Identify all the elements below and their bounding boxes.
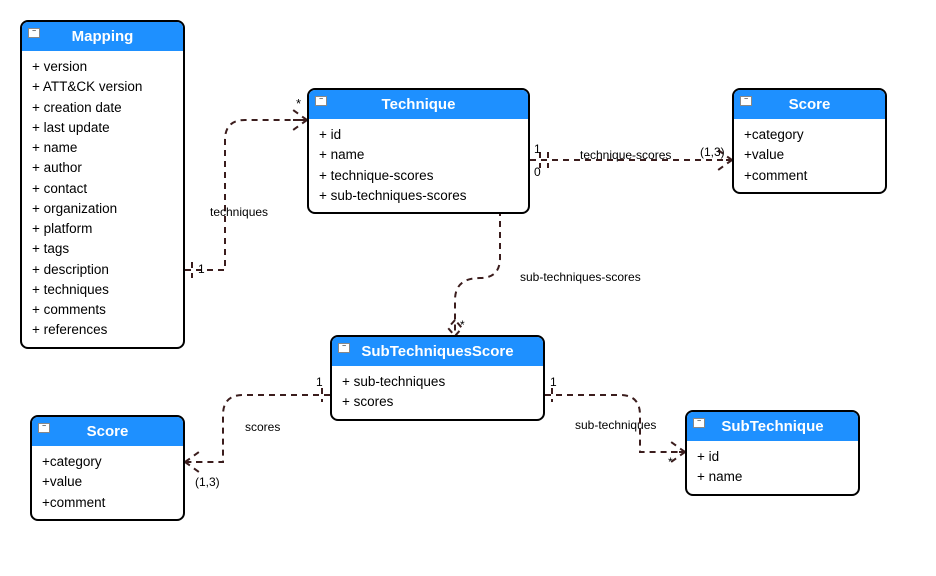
- card-technique-0: 0: [534, 165, 541, 179]
- attr: + references: [32, 320, 173, 340]
- class-score-bottom: − Score +category +value +comment: [30, 415, 185, 521]
- class-body-score-top: +category +value +comment: [734, 119, 885, 192]
- attr: + scores: [342, 392, 533, 412]
- attr: + description: [32, 260, 173, 280]
- class-title-score-bottom: Score: [87, 423, 129, 440]
- class-header-score-bottom: − Score: [32, 417, 183, 446]
- class-icon: −: [38, 423, 50, 433]
- attr: +category: [42, 452, 173, 472]
- card-subtech-star: *: [668, 455, 673, 469]
- attr: +comment: [42, 493, 173, 513]
- class-title-score-top: Score: [789, 96, 831, 113]
- class-technique: − Technique + id + name + technique-scor…: [307, 88, 530, 214]
- attr: +category: [744, 125, 875, 145]
- attr: + techniques: [32, 280, 173, 300]
- attr: + sub-techniques-scores: [319, 186, 518, 206]
- class-title-mapping: Mapping: [72, 28, 134, 45]
- class-icon: −: [315, 96, 327, 106]
- attr: + name: [697, 467, 848, 487]
- assoc-label-techniques: techniques: [210, 205, 268, 219]
- svg-text:*: *: [296, 96, 301, 111]
- card-sts-1b: 1: [550, 375, 557, 389]
- attr: + organization: [32, 199, 173, 219]
- class-header-subtechnique: − SubTechnique: [687, 412, 858, 441]
- card-mapping-1: 1: [198, 262, 205, 276]
- class-score-top: − Score +category +value +comment: [732, 88, 887, 194]
- attr: + id: [697, 447, 848, 467]
- attr: + version: [32, 57, 173, 77]
- class-body-score-bottom: +category +value +comment: [32, 446, 183, 519]
- assoc-label-scores: scores: [245, 420, 280, 434]
- assoc-label-sub-techniques: sub-techniques: [575, 418, 656, 432]
- attr: + id: [319, 125, 518, 145]
- class-icon: −: [338, 343, 350, 353]
- class-title-sts: SubTechniquesScore: [361, 343, 513, 360]
- attr: + comments: [32, 300, 173, 320]
- class-icon: −: [693, 418, 705, 428]
- class-body-technique: + id + name + technique-scores + sub-tec…: [309, 119, 528, 212]
- assoc-label-sts: sub-techniques-scores: [520, 270, 641, 284]
- attr: + technique-scores: [319, 166, 518, 186]
- class-header-score-top: − Score: [734, 90, 885, 119]
- class-subtechniquesscore: − SubTechniquesScore + sub-techniques + …: [330, 335, 545, 421]
- card-technique-1: 1: [534, 142, 541, 156]
- class-icon: −: [740, 96, 752, 106]
- attr: + creation date: [32, 98, 173, 118]
- class-subtechnique: − SubTechnique + id + name: [685, 410, 860, 496]
- card-sts-star: *: [460, 318, 465, 332]
- attr: + name: [319, 145, 518, 165]
- assoc-label-technique-scores: technique-scores: [580, 148, 671, 162]
- attr: +value: [744, 145, 875, 165]
- class-header-sts: − SubTechniquesScore: [332, 337, 543, 366]
- class-title-subtechnique: SubTechnique: [721, 418, 823, 435]
- card-sts-1: 1: [316, 375, 323, 389]
- card-score-13: (1,3): [700, 145, 725, 159]
- attr: + name: [32, 138, 173, 158]
- attr: + ATT&CK version: [32, 77, 173, 97]
- attr: + sub-techniques: [342, 372, 533, 392]
- attr: + contact: [32, 179, 173, 199]
- class-body-subtechnique: + id + name: [687, 441, 858, 494]
- class-header-technique: − Technique: [309, 90, 528, 119]
- attr: + last update: [32, 118, 173, 138]
- attr: + tags: [32, 239, 173, 259]
- class-icon: −: [28, 28, 40, 38]
- attr: +comment: [744, 166, 875, 186]
- class-title-technique: Technique: [382, 96, 456, 113]
- class-header-mapping: − Mapping: [22, 22, 183, 51]
- class-body-sts: + sub-techniques + scores: [332, 366, 543, 419]
- card-score-bottom-13: (1,3): [195, 475, 220, 489]
- class-body-mapping: + version + ATT&CK version + creation da…: [22, 51, 183, 347]
- attr: +value: [42, 472, 173, 492]
- class-mapping: − Mapping + version + ATT&CK version + c…: [20, 20, 185, 349]
- attr: + platform: [32, 219, 173, 239]
- attr: + author: [32, 158, 173, 178]
